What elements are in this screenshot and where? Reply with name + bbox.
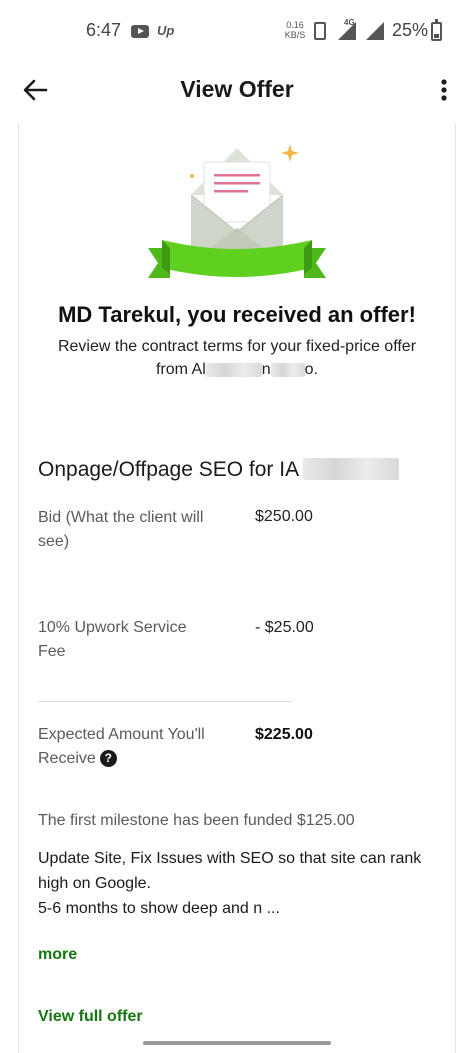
expected-amount-label: Expected Amount You'll Receive?	[38, 726, 205, 767]
battery-percent: 25%	[392, 20, 429, 40]
help-icon[interactable]: ?	[99, 750, 117, 767]
offer-description: Update Site, Fix Issues with SEO so that…	[38, 846, 438, 921]
battery-icon	[431, 19, 442, 41]
upwork-notification-icon: Up	[157, 23, 175, 38]
app-bar: View Offer	[0, 62, 474, 118]
service-fee-value: - $25.00	[255, 619, 314, 636]
expected-amount-value: $225.00	[255, 726, 313, 743]
network-type: 4G	[344, 18, 355, 27]
page-title: View Offer	[180, 76, 294, 102]
youtube-icon	[131, 25, 149, 38]
more-vertical-icon	[441, 79, 447, 101]
offer-headline: MD Tarekul, you received an offer!	[58, 302, 416, 327]
signal-icon-2	[366, 22, 384, 40]
view-full-offer-link[interactable]: View full offer	[38, 1008, 143, 1026]
description-line-1: Update Site, Fix Issues with SEO so that…	[38, 850, 422, 892]
offer-subline: Review the contract terms for your fixed…	[57, 338, 417, 378]
envelope-offer-illustration	[148, 144, 326, 278]
network-speed: 0.16 KB/S	[284, 20, 306, 40]
redacted-client-name	[205, 362, 262, 377]
status-time: 6:47	[86, 20, 122, 40]
bid-value: $250.00	[255, 508, 313, 525]
redacted-contract-title	[303, 458, 400, 480]
redacted-client-name-2	[270, 362, 305, 377]
more-options-button[interactable]	[432, 74, 456, 106]
home-indicator[interactable]	[143, 1041, 331, 1045]
vibrate-icon	[314, 22, 326, 40]
status-bar: 6:47 Up 0.16 KB/S 4G 25%	[0, 0, 474, 62]
milestone-status: The first milestone has been funded $125…	[38, 812, 355, 829]
description-line-2: 5-6 months to show deep and n ...	[38, 900, 280, 917]
more-link[interactable]: more	[38, 946, 77, 964]
service-fee-label: 10% Upwork Service Fee	[38, 619, 187, 660]
divider	[38, 701, 292, 702]
contract-title: Onpage/Offpage SEO for IA	[38, 458, 400, 482]
bid-label: Bid (What the client will see)	[38, 509, 204, 550]
